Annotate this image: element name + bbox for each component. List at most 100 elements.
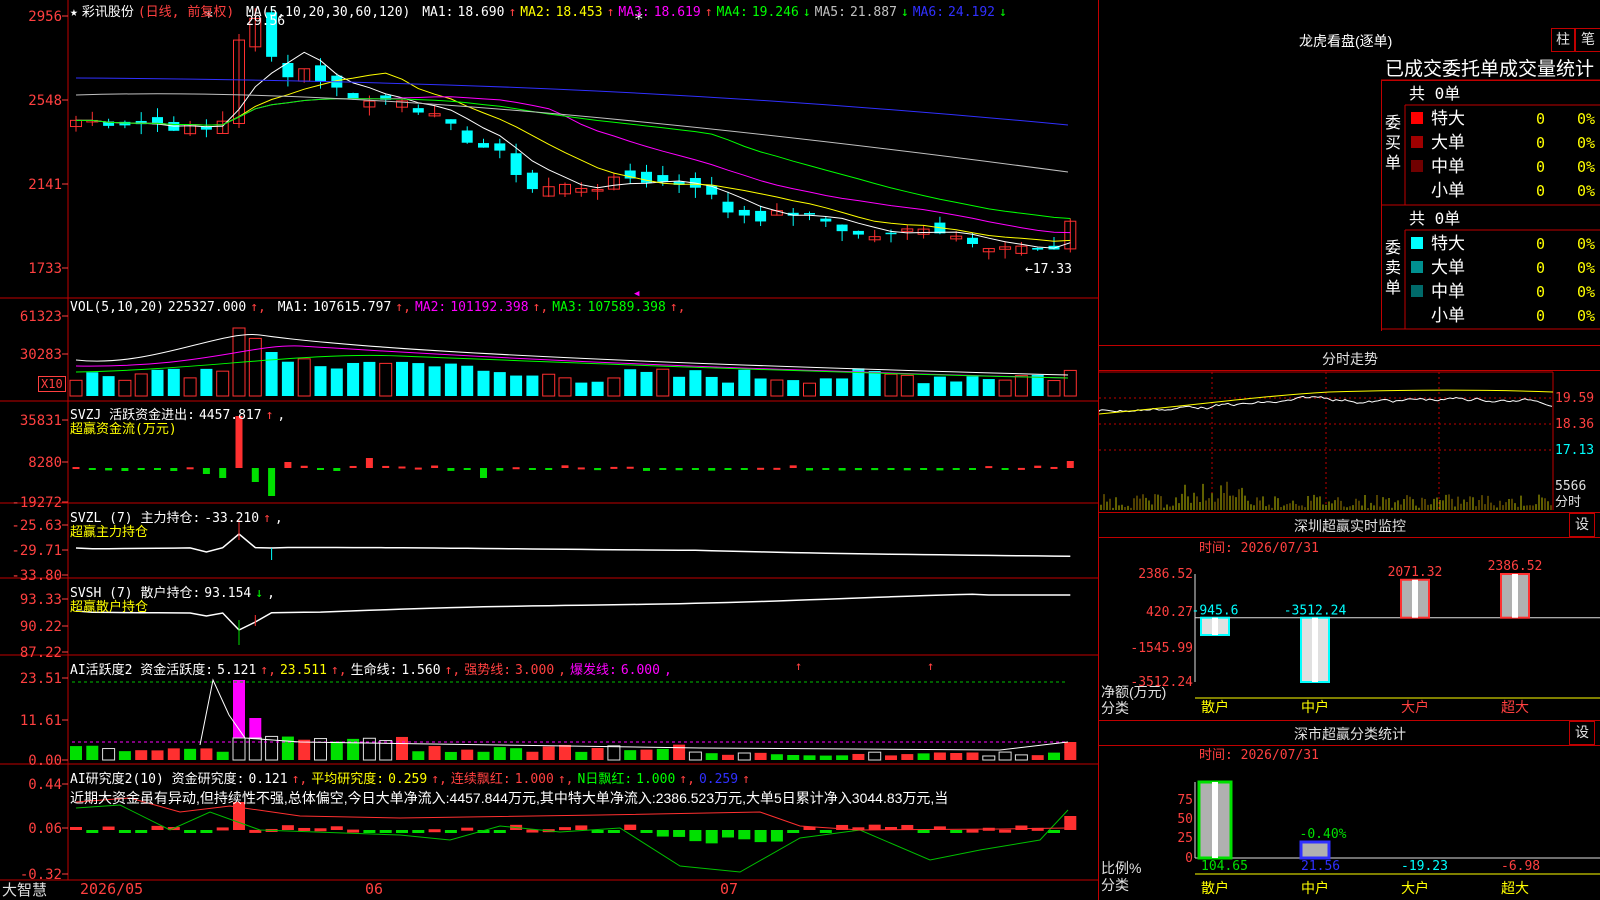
order-stat-box [1381, 80, 1600, 331]
ai-active-bar [1064, 742, 1077, 760]
tick-mode-button[interactable]: 笔 [1575, 28, 1600, 52]
svzj-bar [463, 468, 471, 470]
ma4-value: 19.246 [751, 5, 799, 20]
ai-active-line [199, 678, 1069, 751]
volume-bar [933, 376, 946, 396]
ai-active-bar [933, 752, 946, 760]
volume-bar [444, 363, 457, 396]
sz-monitor-cat-3: 超大 [1501, 700, 1529, 716]
svsh-subtitle: 超赢散户持仓 [70, 600, 149, 615]
svsh-tick-2: 87.22 [20, 645, 62, 661]
sz-class-settings-button[interactable]: 设 [1569, 721, 1595, 745]
candle-body [738, 209, 750, 216]
volume-bar [673, 376, 686, 396]
ai-active-bar [396, 736, 408, 760]
ai-research-bar [200, 830, 213, 833]
candles [70, 6, 1077, 260]
ai-active-bar [885, 755, 897, 760]
ma-line [76, 98, 1071, 219]
svzj-bar [398, 466, 406, 469]
volume-bar [966, 376, 979, 396]
sz-class-header: 深市超赢分类统计 [1099, 720, 1600, 746]
ai-active-bar [754, 752, 767, 760]
kline-svg[interactable]: 2956 2548 2141 1733 61323 30283 35831 8280 -1927… [0, 0, 1098, 900]
ai-research-tick-0: 0.44 [28, 777, 62, 793]
candle-body [804, 213, 815, 215]
svzj-bar [952, 468, 960, 470]
ai-active-bar [412, 751, 425, 760]
ai-active-bar [135, 750, 148, 760]
volume-bar [917, 383, 930, 396]
intraday-title: 分时走势 [1322, 352, 1378, 368]
svzj-bar [349, 465, 357, 468]
ai-active-bar [868, 751, 882, 761]
ai-research-bar [754, 830, 767, 843]
ai-active-bar [1048, 752, 1060, 760]
ai-research-bar [738, 830, 751, 840]
ai-active-bar [249, 718, 262, 738]
svzj-bar [789, 465, 797, 468]
candle-body [526, 172, 538, 190]
volume-bar [461, 365, 474, 396]
volume-bar [118, 379, 132, 397]
volume-bar [69, 379, 83, 397]
volume-bar [705, 376, 718, 396]
ai-research-bar [330, 826, 343, 830]
ai-research-bar [102, 826, 115, 830]
ai-active-bar [102, 748, 116, 761]
svzj-bar [903, 468, 911, 471]
vol-ma2-label: MA2: [414, 300, 447, 315]
ai-active-bar [966, 752, 979, 760]
candle-body [852, 230, 864, 235]
sz-class-value-3: -6.98 [1501, 859, 1540, 874]
sz-monitor-value-2: 2071.32 [1388, 565, 1443, 580]
ma3-value: 18.619 [653, 5, 701, 20]
volume-bar [607, 377, 621, 397]
ai-active-bar [624, 750, 637, 760]
svzj-bar [757, 467, 765, 470]
ai-active-bar [901, 754, 914, 760]
volume-bar [151, 369, 164, 396]
ai-research-header: AI研究度2(10) 资金研究度: 0.121 ↑, 平均研究度: 0.259 ↑, 连续飘… [70, 772, 750, 787]
ai-active-bar [575, 751, 588, 760]
arrow-mark-2: ↑ [927, 659, 934, 673]
svzj-bar [936, 468, 944, 471]
vol-unit-badge: X10 [38, 376, 66, 392]
ma-line [76, 72, 1071, 242]
stock-star: ★ [70, 5, 78, 20]
volume-bar [347, 362, 360, 396]
ai-research-bar [216, 827, 229, 831]
bar-mode-button[interactable]: 柱 [1551, 28, 1575, 52]
candle-body [706, 185, 718, 195]
sz-monitor-settings-button[interactable]: 设 [1569, 513, 1595, 537]
sz-monitor-bar-shine [1212, 617, 1218, 636]
volume-bar [396, 361, 408, 396]
svzj-bar [773, 467, 781, 470]
sz-monitor-bar-shine [1412, 579, 1418, 618]
sz-class-value-1: 21.56 [1301, 859, 1340, 874]
dragon-title: 龙虎看盘(逐单) [1299, 33, 1393, 49]
ai-research-bar [656, 830, 669, 837]
svzj-bar [887, 468, 895, 470]
ai-active-bar [688, 751, 702, 761]
ai-active-bar [656, 748, 669, 760]
candle-body [657, 175, 669, 182]
svzj-bar [72, 467, 80, 470]
volume-bar [379, 362, 393, 397]
ai-active-bar [836, 755, 849, 760]
ai-active-bar [917, 753, 930, 760]
period-label: (日线, 前复权) [137, 5, 235, 20]
svzj-bar [480, 468, 487, 478]
candle-body [445, 119, 457, 124]
svzj-bar [1066, 461, 1074, 468]
ai-active-bar [722, 754, 734, 760]
candle-body [478, 143, 489, 148]
volume-bar [102, 376, 115, 396]
sz-class-cat-3: 超大 [1501, 881, 1529, 897]
sz-monitor-time: 时间: 2026/07/31 [1199, 541, 1319, 556]
arrow-mark-1: ↑ [795, 659, 802, 673]
sz-monitor-cat-0: 散户 [1201, 699, 1229, 716]
svzj-bar [854, 468, 862, 471]
ai-active-bars [70, 680, 1077, 761]
kline-chart-area[interactable]: 2956 2548 2141 1733 61323 30283 35831 8280 -1927… [0, 0, 1098, 900]
